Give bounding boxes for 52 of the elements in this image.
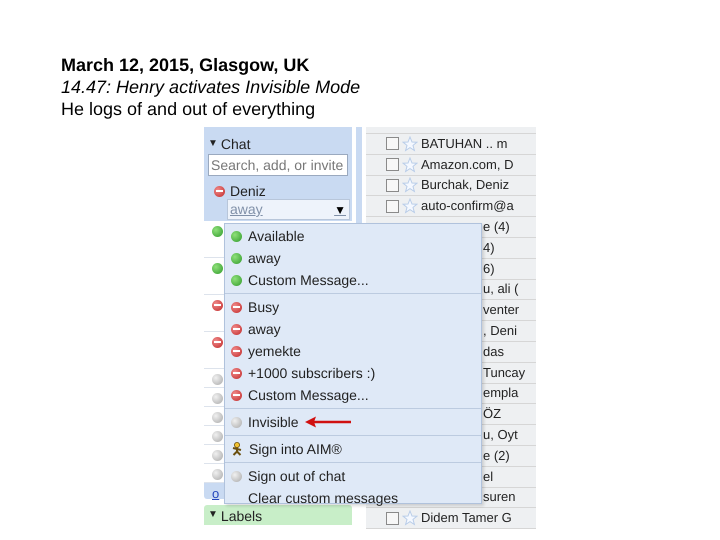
sender-name: el <box>483 468 494 485</box>
sender-name: Didem Tamer G <box>421 510 512 526</box>
sender-name: 4) <box>483 240 495 256</box>
chat-link[interactable]: o <box>212 486 220 501</box>
slide-subheading: 14.47: Henry activates Invisible Mode <box>61 76 360 98</box>
sender-name: auto-confirm@a <box>421 198 514 214</box>
checkbox[interactable] <box>386 512 399 525</box>
star-icon[interactable] <box>402 510 418 526</box>
status-dropdown[interactable]: away ▼ <box>227 199 350 220</box>
sender-name: Tuncay <box>483 364 526 381</box>
panel-title[interactable]: Labels <box>220 508 262 524</box>
star-icon[interactable] <box>402 156 418 173</box>
menu-item[interactable]: Invisible <box>225 411 303 433</box>
sender-name: BATUHAN .. m <box>421 136 508 152</box>
star-icon[interactable] <box>402 136 418 152</box>
menu-item[interactable]: away <box>225 318 285 340</box>
checkbox[interactable] <box>386 200 399 213</box>
slide-text: He logs of and out of everything <box>61 98 316 120</box>
user-name: Deniz <box>230 182 266 200</box>
menu-item[interactable]: Available <box>225 225 309 247</box>
slide-heading: March 12, 2015, Glasgow, UK <box>61 54 310 76</box>
checkbox[interactable] <box>386 178 399 192</box>
menu-item[interactable]: +1000 subscribers :) <box>225 362 380 384</box>
sender-name: das <box>483 344 504 360</box>
checkbox[interactable] <box>386 158 399 172</box>
caret-icon[interactable]: ▼ <box>208 508 218 522</box>
star-icon[interactable] <box>402 177 418 194</box>
checkbox[interactable] <box>386 137 399 150</box>
menu-item[interactable]: Sign out of chat <box>225 465 350 487</box>
menu-item[interactable]: Busy <box>225 296 284 318</box>
sender-name: u, Oyt <box>483 427 518 444</box>
sender-name: suren <box>483 489 516 506</box>
sender-name: e (2) <box>483 448 510 464</box>
menu-item[interactable]: Custom Message... <box>225 269 373 291</box>
sender-name: , Deni <box>483 323 517 340</box>
sender-name: Burchak, Deniz <box>421 177 510 194</box>
sender-name: Amazon.com, D <box>421 156 514 173</box>
sender-name: venter <box>483 302 520 318</box>
star-icon[interactable] <box>402 198 418 214</box>
search-field[interactable]: Search, add, or invite <box>208 154 348 176</box>
sender-name: ÖZ <box>483 406 502 422</box>
menu-item[interactable]: away <box>225 247 285 269</box>
sender-name: 6) <box>483 260 495 277</box>
menu-item[interactable]: Custom Message... <box>225 384 373 406</box>
menu-item[interactable]: Clear custom messages <box>225 487 402 509</box>
sender-name: u, ali ( <box>483 281 518 298</box>
panel-title[interactable]: Chat <box>220 137 250 151</box>
menu-item[interactable]: Sign into AIM® <box>225 438 346 460</box>
sender-name: e (4) <box>483 219 510 236</box>
menu-item[interactable]: yemekte <box>225 340 305 362</box>
caret-icon[interactable]: ▼ <box>208 139 218 149</box>
sender-name: empla <box>483 385 518 402</box>
